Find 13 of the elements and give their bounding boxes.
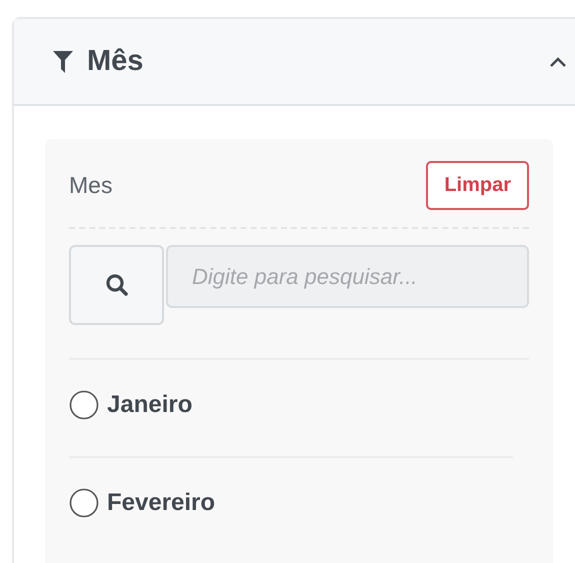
search-button[interactable] xyxy=(69,245,164,325)
option-label[interactable]: Janeiro xyxy=(107,391,192,419)
filter-label: Mes xyxy=(69,172,112,199)
search-icon xyxy=(104,273,128,297)
radio-button[interactable] xyxy=(69,488,99,518)
radio-button[interactable] xyxy=(69,390,99,420)
panel-title: Mês xyxy=(87,45,144,78)
filter-icon xyxy=(53,50,73,72)
chevron-icon[interactable] xyxy=(549,56,567,68)
option-label[interactable]: Fevereiro xyxy=(107,489,216,517)
search-field[interactable]: Digite para pesquisar... xyxy=(166,245,529,308)
clear-button[interactable]: Limpar xyxy=(426,161,529,210)
panel-header[interactable]: Mês xyxy=(14,19,575,106)
